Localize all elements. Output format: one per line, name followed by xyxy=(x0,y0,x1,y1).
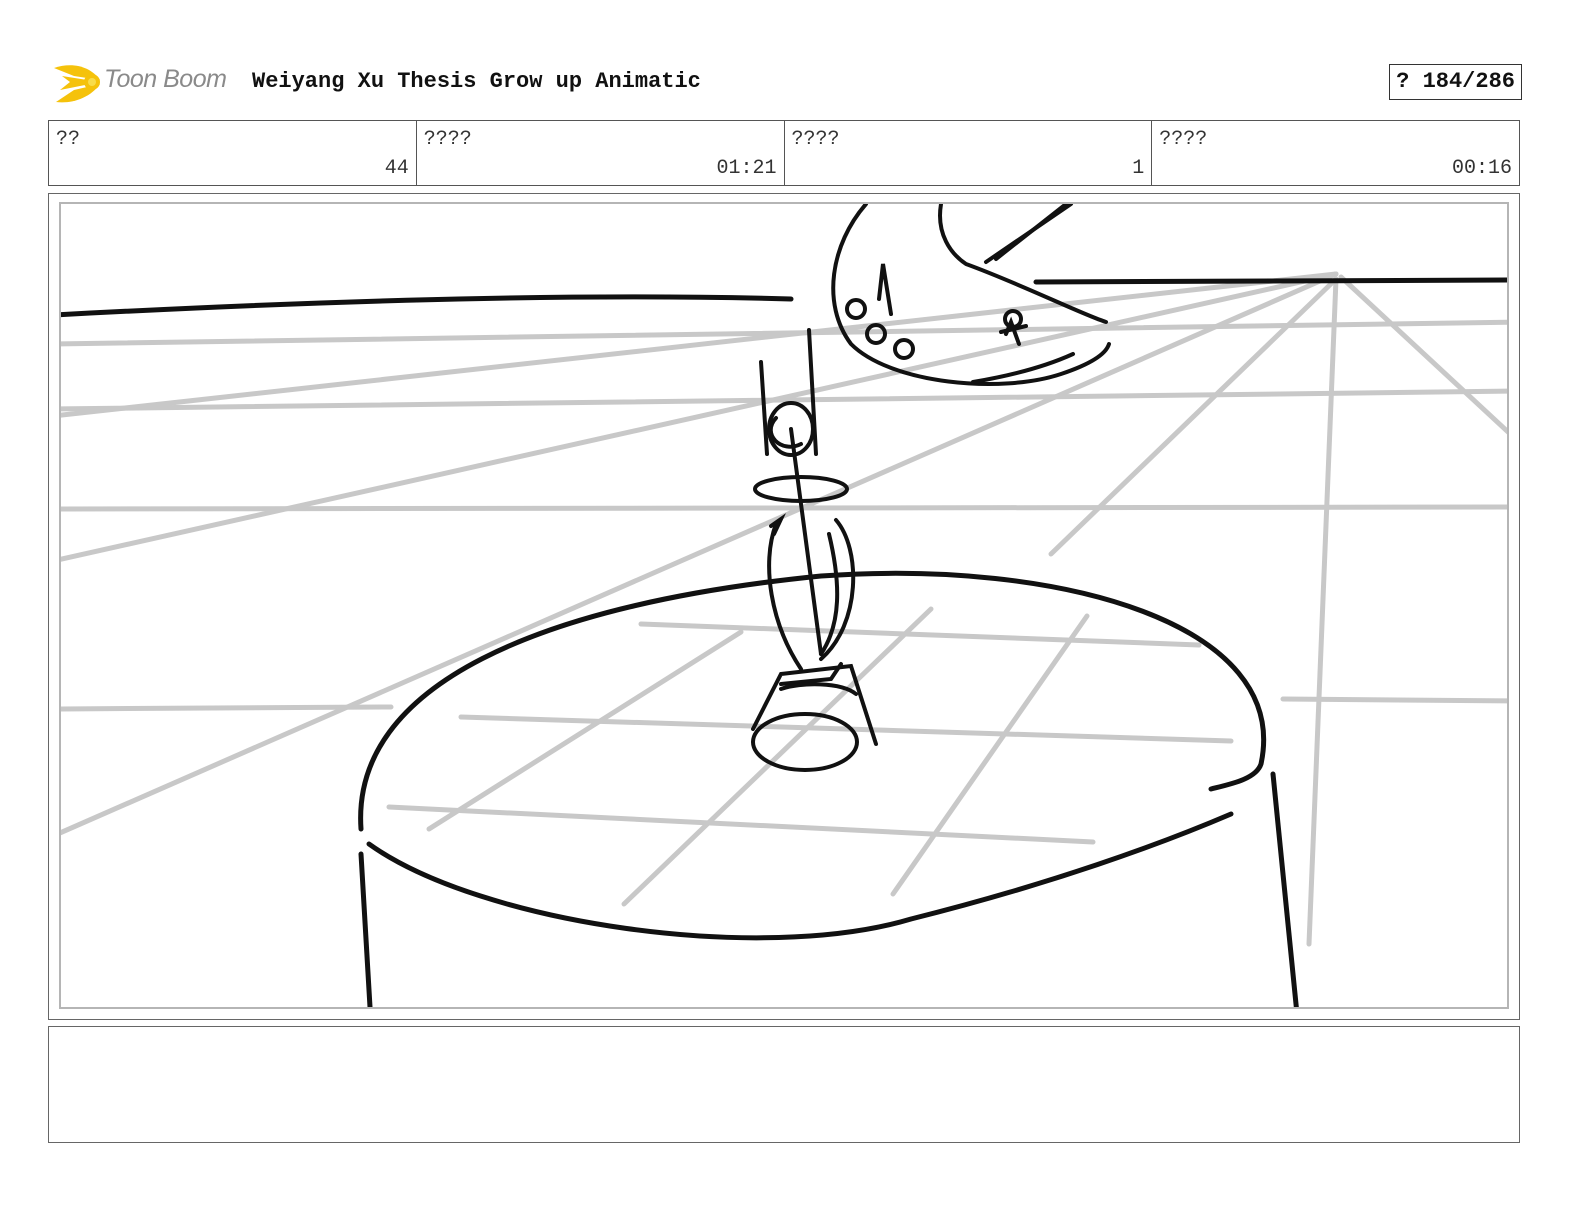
brand-name: Toon Boom xyxy=(104,65,227,93)
document-title: Weiyang Xu Thesis Grow up Animatic xyxy=(252,69,701,94)
info-value: 01:21 xyxy=(716,157,777,180)
storyboard-panel xyxy=(48,193,1520,1020)
info-value: 1 xyxy=(1132,157,1145,180)
toon-boom-logo-icon xyxy=(54,65,100,103)
info-label: ???? xyxy=(423,128,472,151)
page-counter: ? 184/286 xyxy=(1389,64,1522,100)
info-cell-panel: ???? 1 xyxy=(785,121,1153,185)
info-label: ???? xyxy=(791,128,840,151)
info-label: ?? xyxy=(56,128,81,151)
scene-info-row: ?? 44 ???? 01:21 ???? 1 ???? 00:16 xyxy=(48,120,1520,186)
panel-frame xyxy=(59,202,1509,1009)
info-cell-scene: ?? 44 xyxy=(49,121,417,185)
info-label: ???? xyxy=(1159,128,1208,151)
info-cell-duration: ???? 01:21 xyxy=(417,121,785,185)
notes-box xyxy=(48,1026,1520,1143)
page-header: Toon Boom Weiyang Xu Thesis Grow up Anim… xyxy=(48,55,1522,110)
info-value: 00:16 xyxy=(1451,157,1512,180)
storyboard-sketch xyxy=(61,204,1507,1007)
info-cell-panel-duration: ???? 00:16 xyxy=(1152,121,1519,185)
info-value: 44 xyxy=(384,157,409,180)
